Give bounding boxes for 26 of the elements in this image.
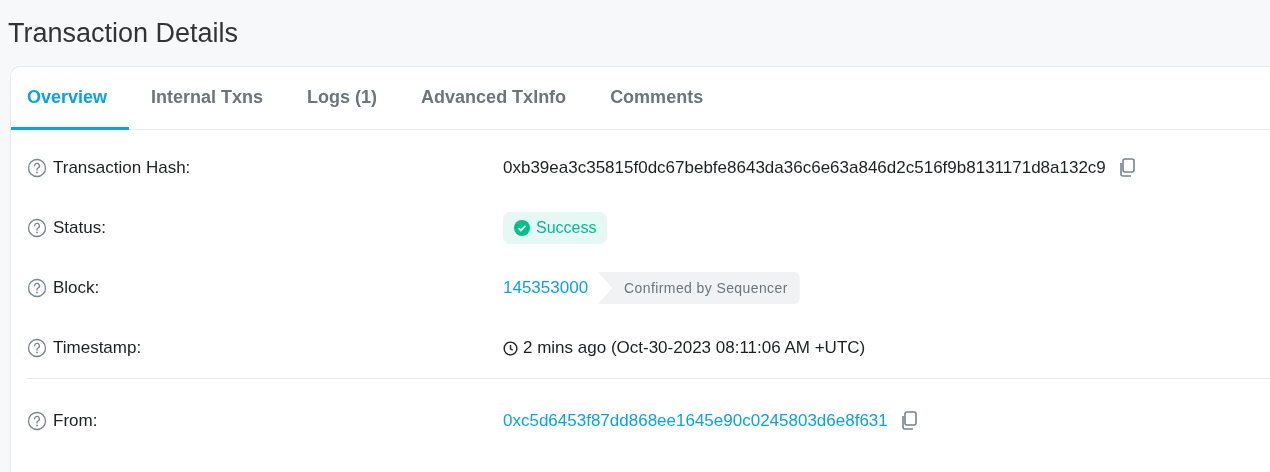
help-icon bbox=[27, 158, 47, 178]
field-label: Transaction Hash: bbox=[53, 158, 191, 178]
confirmation-tag: Confirmed by Sequencer bbox=[598, 272, 800, 304]
address-link[interactable]: 0xc5d6453f87dd868ee1645e90c0245803d6e8f631 bbox=[503, 411, 888, 431]
help-icon bbox=[27, 338, 47, 358]
copy-button[interactable] bbox=[899, 411, 918, 431]
tab[interactable]: Advanced TxInfo bbox=[405, 67, 589, 130]
transaction-hash: 0xb39ea3c35815f0dc67bebfe8643da36c6e63a846d2c516f9b8131171d8a132c9 bbox=[503, 158, 1106, 178]
page-title: Transaction Details bbox=[8, 18, 240, 49]
help-icon bbox=[27, 218, 47, 238]
help-icon bbox=[27, 278, 47, 298]
timestamp-text: 2 mins ago (Oct-30-2023 08:11:06 AM +UTC) bbox=[523, 338, 866, 358]
field-label: Status: bbox=[53, 218, 106, 238]
field-label: From: bbox=[53, 411, 98, 431]
tab[interactable]: Overview bbox=[11, 67, 130, 130]
help-icon bbox=[27, 411, 47, 431]
field-label: Timestamp: bbox=[53, 338, 142, 358]
field-label: Block: bbox=[53, 278, 100, 298]
copy-button[interactable] bbox=[1117, 158, 1136, 178]
clock-icon bbox=[503, 340, 518, 356]
tab[interactable]: Logs (1) bbox=[291, 67, 400, 130]
status-text: Success bbox=[536, 219, 597, 237]
block-link[interactable]: 145353000 bbox=[503, 278, 589, 298]
tab[interactable]: Internal Txns bbox=[135, 67, 286, 130]
check-circle-icon bbox=[514, 220, 530, 236]
tab[interactable]: Comments bbox=[594, 67, 726, 130]
